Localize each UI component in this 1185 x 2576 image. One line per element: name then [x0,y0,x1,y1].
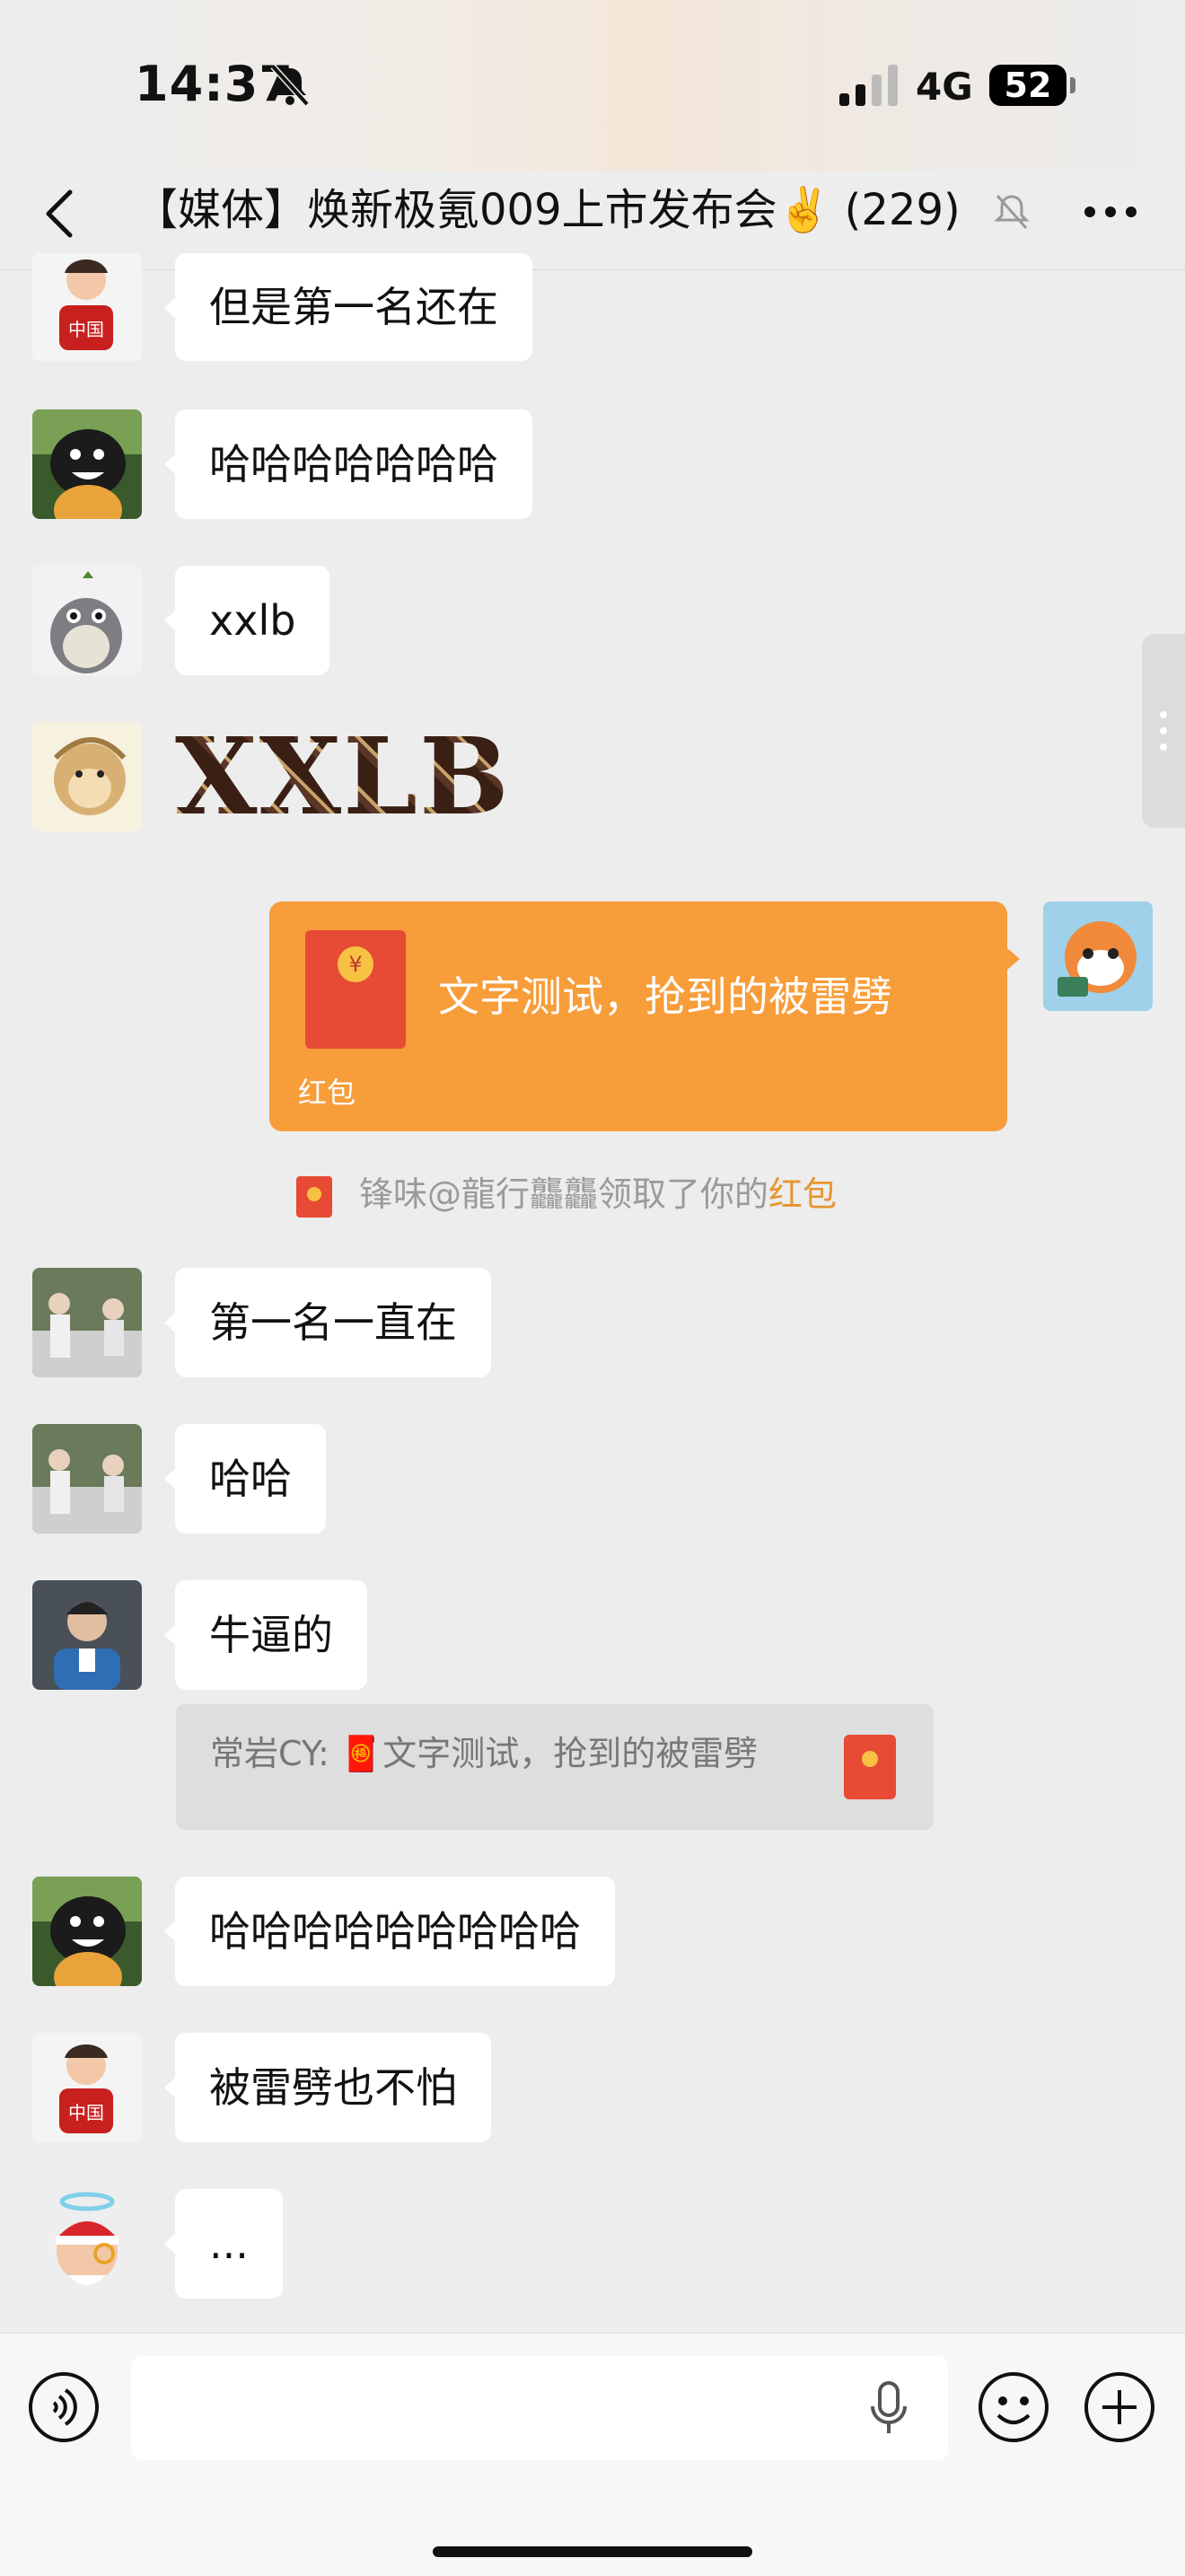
system-message-text: 锋味@龍行龘龘领取了你的 [359,1174,769,1214]
bell-off-icon [994,195,1030,229]
message-bubble[interactable]: 第一名一直在 [164,1268,491,1377]
chevron-left-icon[interactable] [38,187,83,241]
svg-text:中国: 中国 [68,319,104,340]
red-packet-message[interactable]: ¥ 文字测试，抢到的被雷劈 红包 [269,901,1020,1131]
side-panel-handle[interactable] [1142,634,1185,828]
avatar[interactable] [32,1580,142,1690]
avatar[interactable]: 中国 [32,2033,142,2142]
message-bubble[interactable]: 哈哈哈哈哈哈哈哈哈 [164,1877,615,1986]
red-packet-text: 文字测试，抢到的被雷劈 [438,972,892,1021]
message-bubble[interactable]: 牛逼的 [164,1580,367,1690]
quoted-text: 常岩CY: 🧧文字测试，抢到的被雷劈 [210,1734,759,1773]
chat-title: 【媒体】焕新极氪009上市发布会✌️ (229) [135,185,961,235]
bell-off-icon [270,64,310,106]
system-message: 锋味@龍行龘龘领取了你的红包 [359,1173,837,1216]
message-bubble[interactable]: 但是第一名还在 [164,253,532,361]
red-packet-icon [296,1176,332,1218]
avatar[interactable] [32,409,142,519]
avatar[interactable] [32,2189,142,2299]
message-bubble[interactable]: xxlb [163,566,330,675]
sticker-xxlb[interactable]: XXLB [175,714,511,839]
quoted-message[interactable]: 常岩CY: 🧧文字测试，抢到的被雷劈 [176,1704,934,1830]
self-avatar[interactable] [1043,901,1153,1011]
home-indicator[interactable] [433,2546,752,2557]
message-bubble[interactable]: 哈哈哈哈哈哈哈 [164,409,532,519]
svg-text:中国: 中国 [68,2102,104,2123]
microphone-icon[interactable] [869,2379,908,2437]
signal-icon [839,65,898,106]
red-packet-link[interactable]: 红包 [768,1174,837,1214]
red-packet-icon: ¥ [305,930,406,1049]
message-input[interactable] [131,2356,948,2460]
red-packet-label: 红包 [298,1076,356,1110]
message-bubble[interactable]: 哈哈 [164,1424,326,1534]
emoji-icon[interactable] [977,2370,1050,2444]
red-packet-icon [844,1735,896,1799]
avatar[interactable]: 中国 [32,253,142,361]
avatar[interactable] [32,1424,142,1534]
plus-icon[interactable] [1083,2370,1156,2444]
yen-coin-icon: ¥ [338,946,373,982]
battery-nub [1070,77,1075,93]
message-bubble[interactable]: 被雷劈也不怕 [164,2033,491,2142]
voice-icon[interactable] [27,2370,101,2444]
avatar[interactable] [32,566,142,675]
avatar[interactable] [32,722,142,831]
more-icon[interactable] [1083,205,1138,219]
network-type: 4G [916,65,973,109]
avatar[interactable] [32,1268,142,1377]
avatar[interactable] [32,1877,142,1986]
message-bubble[interactable]: ... [164,2189,283,2299]
battery-indicator: 52 [989,65,1066,106]
